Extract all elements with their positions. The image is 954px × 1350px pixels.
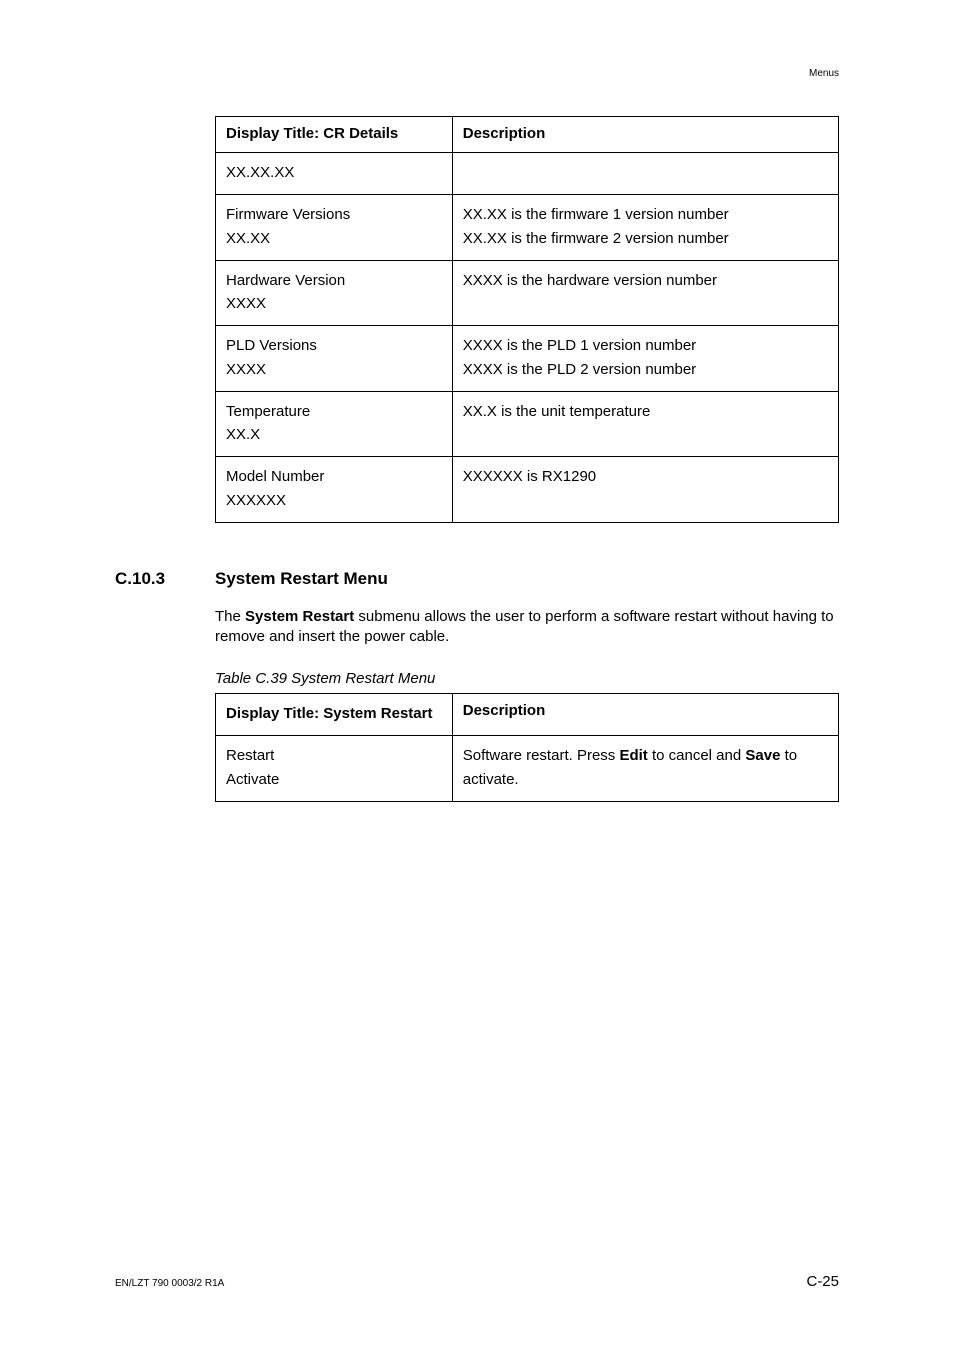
table1-r4-right: XX.X is the unit temperature <box>452 391 838 457</box>
table2-r0-right: Software restart. Press Edit to cancel a… <box>452 736 838 802</box>
table1-header-left: Display Title: CR Details <box>216 117 453 153</box>
table2-header-right: Description <box>452 694 838 736</box>
table-row: XX.XX.XX <box>216 153 839 195</box>
table1-r2-left: Hardware VersionXXXX <box>216 260 453 326</box>
table-row: PLD VersionsXXXX XXXX is the PLD 1 versi… <box>216 326 839 392</box>
table2-caption-lead: Table C.39 <box>215 670 287 687</box>
table-row: Hardware VersionXXXX XXXX is the hardwar… <box>216 260 839 326</box>
t2-right-pre: Software restart. Press <box>463 747 620 764</box>
table-row: TemperatureXX.X XX.X is the unit tempera… <box>216 391 839 457</box>
para-bold: System Restart <box>245 608 354 625</box>
table1-r0-left: XX.XX.XX <box>216 153 453 195</box>
t2-right-bold1: Edit <box>619 747 647 764</box>
table-row: RestartActivate Software restart. Press … <box>216 736 839 802</box>
t2-right-mid: to cancel and <box>648 747 746 764</box>
header-section-label: Menus <box>809 68 839 79</box>
t2-right-bold2: Save <box>745 747 780 764</box>
table2-caption-rest: System Restart Menu <box>287 670 435 687</box>
table1-r5-right: XXXXXX is RX1290 <box>452 457 838 523</box>
table2-caption: Table C.39 System Restart Menu <box>215 670 839 687</box>
table-row: Firmware VersionsXX.XX XX.XX is the firm… <box>216 195 839 261</box>
table1-r5-left: Model NumberXXXXXX <box>216 457 453 523</box>
table1-r3-left: PLD VersionsXXXX <box>216 326 453 392</box>
table1-r3-right: XXXX is the PLD 1 version numberXXXX is … <box>452 326 838 392</box>
table1-r2-right: XXXX is the hardware version number <box>452 260 838 326</box>
table1-r0-right <box>452 153 838 195</box>
table1-r4-left: TemperatureXX.X <box>216 391 453 457</box>
para-pre: The <box>215 608 245 625</box>
table-row: Model NumberXXXXXX XXXXXX is RX1290 <box>216 457 839 523</box>
table1-r1-right: XX.XX is the firmware 1 version numberXX… <box>452 195 838 261</box>
table2-r0-left: RestartActivate <box>216 736 453 802</box>
section-title: System Restart Menu <box>215 569 388 589</box>
footer-page-number: C-25 <box>806 1273 839 1290</box>
table2-header-left: Display Title: System Restart <box>216 694 453 736</box>
section-paragraph: The System Restart submenu allows the us… <box>215 607 839 648</box>
table1-header-right: Description <box>452 117 838 153</box>
system-restart-table: Display Title: System Restart Descriptio… <box>215 693 839 802</box>
cr-details-table: Display Title: CR Details Description XX… <box>215 116 839 523</box>
section-number: C.10.3 <box>115 569 215 589</box>
table1-r1-left: Firmware VersionsXX.XX <box>216 195 453 261</box>
footer-doc-id: EN/LZT 790 0003/2 R1A <box>115 1278 224 1289</box>
